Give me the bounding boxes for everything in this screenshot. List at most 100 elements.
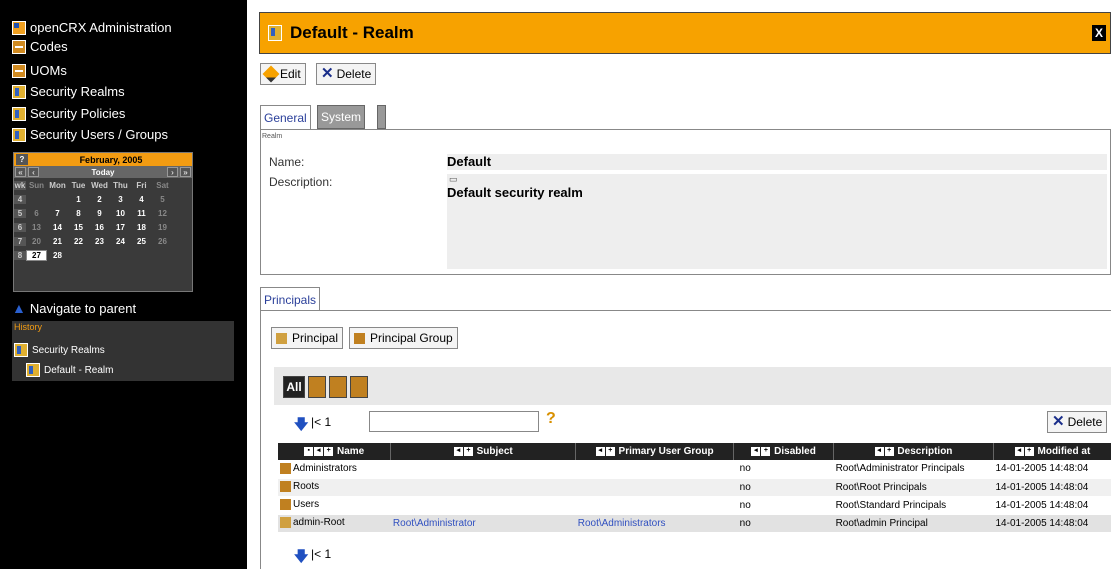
calendar-day[interactable]: 1 <box>68 195 89 204</box>
delete-button[interactable]: ✕ Delete <box>316 63 377 85</box>
cell-primary-user-group <box>575 496 734 515</box>
download-arrow-icon[interactable]: 🡇 <box>294 414 308 438</box>
table-row[interactable]: Users no Root\Standard Principals 14-01-200… <box>278 496 1111 515</box>
calendar-today-button[interactable]: Today <box>40 168 166 177</box>
add-principal-label: Principal <box>292 331 339 345</box>
calendar-day[interactable]: 9 <box>89 209 110 218</box>
calendar-week-number: 7 <box>14 236 26 246</box>
help-icon[interactable]: ? <box>546 410 556 428</box>
sidebar-item-security-users-groups[interactable]: Security Users / Groups <box>12 127 168 142</box>
page-title: Default - Realm <box>290 23 414 42</box>
filter-all-button[interactable]: All <box>283 376 305 398</box>
calendar-day[interactable]: 20 <box>26 237 47 246</box>
sidebar-item-codes[interactable]: Codes <box>12 39 68 54</box>
cell-modified-at-text: 14-01-2005 14:48:04 <box>995 463 1089 475</box>
calendar-day[interactable]: 10 <box>110 209 131 218</box>
column-header-disabled[interactable]: ◂ + Disabled <box>733 443 835 460</box>
calendar-day[interactable]: 5 <box>152 195 173 204</box>
column-header-modified-at[interactable]: ◂ + Modified at <box>993 443 1111 460</box>
cell-subject-text[interactable]: Root\Administrator <box>393 518 476 529</box>
tab-general[interactable]: General <box>260 105 311 129</box>
filter-group-button[interactable] <box>329 376 347 398</box>
cell-disabled-text: no <box>739 463 751 475</box>
calendar-day[interactable]: 6 <box>26 209 47 218</box>
column-header-label: Primary User Group <box>618 446 714 457</box>
grid-delete-button[interactable]: ✕ Delete <box>1047 411 1108 433</box>
calendar-day[interactable]: 26 <box>152 237 173 246</box>
edit-button-label: Edit <box>280 67 301 81</box>
column-header-primary-user-group[interactable]: ◂ + Primary User Group <box>575 443 735 460</box>
cell-name-text: Roots <box>293 481 320 493</box>
calendar-day[interactable]: 15 <box>68 223 89 232</box>
sidebar-item-security-policies[interactable]: Security Policies <box>12 106 125 121</box>
calendar-day[interactable]: 27 <box>26 249 47 261</box>
search-input[interactable] <box>369 411 539 432</box>
cell-primary-user-group-text[interactable]: Root\Administrators <box>578 518 666 529</box>
sidebar-item-security-realms[interactable]: Security Realms <box>12 84 125 99</box>
cell-modified-at-text: 14-01-2005 14:48:04 <box>995 499 1089 511</box>
history-panel: History Security Realms Default - Realm <box>12 321 234 381</box>
calendar-day[interactable]: 7 <box>47 209 68 218</box>
calendar-day[interactable]: 18 <box>131 223 152 232</box>
calendar-weekday-row: wk Sun Mon Tue Wed Thu Fri Sat <box>14 178 192 192</box>
navigate-to-parent-button[interactable]: ▲ Navigate to parent <box>12 300 136 316</box>
table-row[interactable]: Roots no Root\Root Principals 14-01-2005 14… <box>278 478 1111 497</box>
calendar-day[interactable]: 11 <box>131 209 152 218</box>
edit-button[interactable]: Edit <box>260 63 306 85</box>
filter-principal-button[interactable] <box>308 376 326 398</box>
tab-more[interactable] <box>377 105 386 129</box>
filter-user-button[interactable] <box>350 376 368 398</box>
calendar-prev-year-button[interactable]: « <box>15 167 26 177</box>
calendar-day[interactable]: 17 <box>110 223 131 232</box>
realm-icon <box>14 343 28 357</box>
column-header-name[interactable]: ▪ ◂ + Name <box>278 443 392 460</box>
table-row[interactable]: Administrators no Root\Administrator Princ… <box>278 460 1111 479</box>
tab-principals[interactable]: Principals <box>260 287 321 311</box>
calendar-day[interactable]: 3 <box>110 195 131 204</box>
column-header-label: Name <box>336 446 365 457</box>
calendar-day[interactable]: 22 <box>68 237 89 246</box>
calendar-week-row: 7 20 21 22 23 24 25 26 <box>14 234 192 248</box>
calendar-next-month-button[interactable]: › <box>167 167 178 177</box>
calendar-day[interactable]: 14 <box>47 223 68 232</box>
calendar-day[interactable]: 24 <box>110 237 131 246</box>
calendar-day[interactable]: 23 <box>89 237 110 246</box>
add-principal-group-button[interactable]: Principal Group <box>349 327 458 349</box>
calendar-day[interactable]: 28 <box>47 251 68 260</box>
download-arrow-icon[interactable]: 🡇 <box>294 546 308 569</box>
cell-modified-at: 14-01-2005 14:48:04 <box>993 496 1111 515</box>
description-value: Default security realm <box>447 185 583 200</box>
calendar-day[interactable]: 25 <box>131 237 152 246</box>
calendar-prev-month-button[interactable]: ‹ <box>28 167 39 177</box>
calendar-day[interactable]: 19 <box>152 223 173 232</box>
table-row[interactable]: admin-Root Root\Administrator Root\Adminis… <box>278 514 1111 533</box>
up-arrow-icon: ▲ <box>12 300 26 316</box>
tab-system[interactable]: System <box>317 105 366 129</box>
calendar-day[interactable]: 4 <box>131 195 152 204</box>
cell-disabled-text: no <box>739 499 751 511</box>
cell-subject: Root\Administrator <box>390 514 576 533</box>
column-header-subject[interactable]: ◂ + Subject <box>390 443 577 460</box>
calendar-help-button[interactable]: ? <box>16 154 28 165</box>
calendar-nav: « ‹ Today › » <box>14 166 192 178</box>
history-item-security-realms[interactable]: Security Realms <box>14 343 105 357</box>
cell-name: Users <box>278 496 391 515</box>
sidebar-item-opencrx-administration[interactable]: openCRX Administration <box>12 20 172 35</box>
calendar-day[interactable]: 16 <box>89 223 110 232</box>
add-principal-button[interactable]: Principal <box>271 327 344 349</box>
name-label: Name: <box>269 155 305 169</box>
close-button[interactable]: X <box>1092 25 1106 41</box>
column-header-description[interactable]: ◂ + Description <box>833 443 994 460</box>
bottom-pager[interactable]: |< 1 <box>311 547 331 561</box>
sidebar-item-uoms[interactable]: UOMs <box>12 63 67 78</box>
calendar-day[interactable]: 12 <box>152 209 173 218</box>
calendar-day[interactable]: 13 <box>26 223 47 232</box>
calendar-next-year-button[interactable]: » <box>180 167 191 177</box>
cell-description-text: Root\Standard Principals <box>835 499 947 511</box>
calendar-day[interactable]: 8 <box>68 209 89 218</box>
history-item-default-realm[interactable]: Default - Realm <box>26 363 113 377</box>
calendar-week-row: 412345 <box>14 192 192 206</box>
pager[interactable]: |< 1 <box>311 415 331 429</box>
calendar-day[interactable]: 21 <box>47 237 68 246</box>
calendar-day[interactable]: 2 <box>89 195 110 204</box>
